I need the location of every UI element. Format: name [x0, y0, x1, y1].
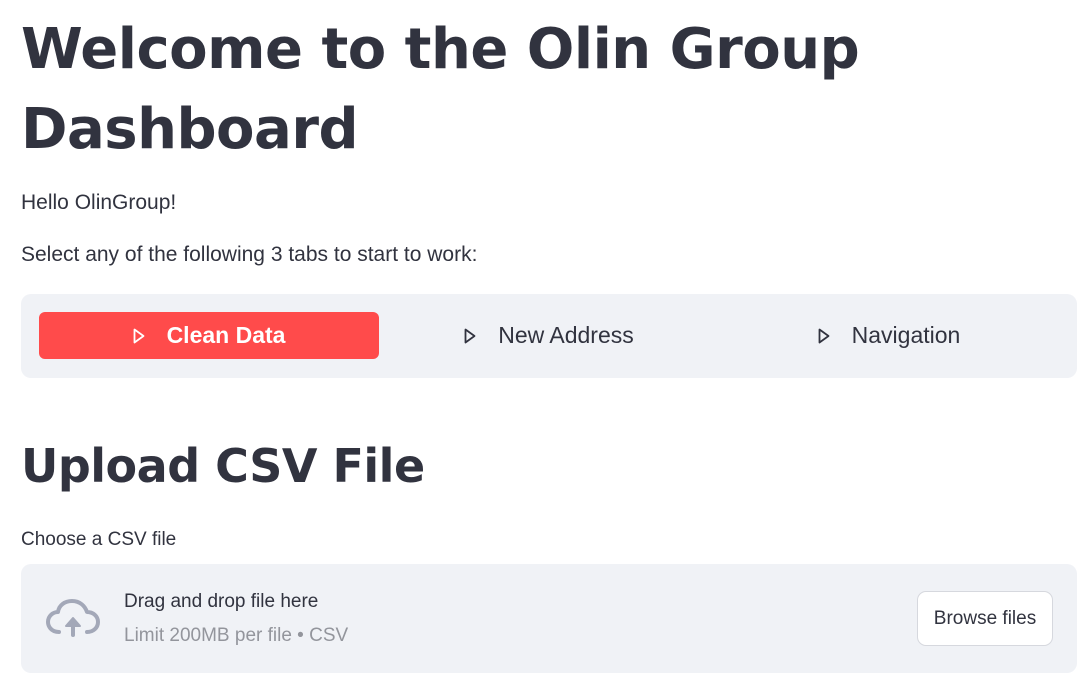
tab-bar: Clean Data New Address Navigation — [21, 294, 1077, 378]
play-outline-icon — [818, 328, 830, 344]
tab-new-address[interactable]: New Address — [379, 312, 719, 359]
tab-label: Clean Data — [166, 322, 286, 348]
dropzone-instructions: Drag and drop file here — [124, 591, 319, 612]
tab-clean-data[interactable]: Clean Data — [39, 312, 379, 359]
tab-label: New Address — [498, 322, 634, 348]
file-dropzone[interactable]: Drag and drop file here Limit 200MB per … — [21, 564, 1077, 673]
play-outline-icon — [464, 328, 476, 344]
play-outline-icon — [133, 328, 145, 344]
dropzone-limit-text: Limit 200MB per file • CSV — [124, 625, 349, 646]
page-title: Welcome to the Olin Group Dashboard — [21, 17, 860, 162]
section-title: Upload CSV File — [21, 439, 425, 493]
tab-navigation[interactable]: Navigation — [719, 312, 1059, 359]
instruction-text: Select any of the following 3 tabs to st… — [21, 243, 478, 266]
cloud-upload-icon — [45, 598, 101, 640]
file-uploader-label: Choose a CSV file — [21, 529, 177, 550]
tab-label: Navigation — [851, 322, 961, 348]
greeting-text: Hello OlinGroup! — [21, 191, 177, 214]
browse-files-button[interactable]: Browse files — [917, 591, 1053, 646]
